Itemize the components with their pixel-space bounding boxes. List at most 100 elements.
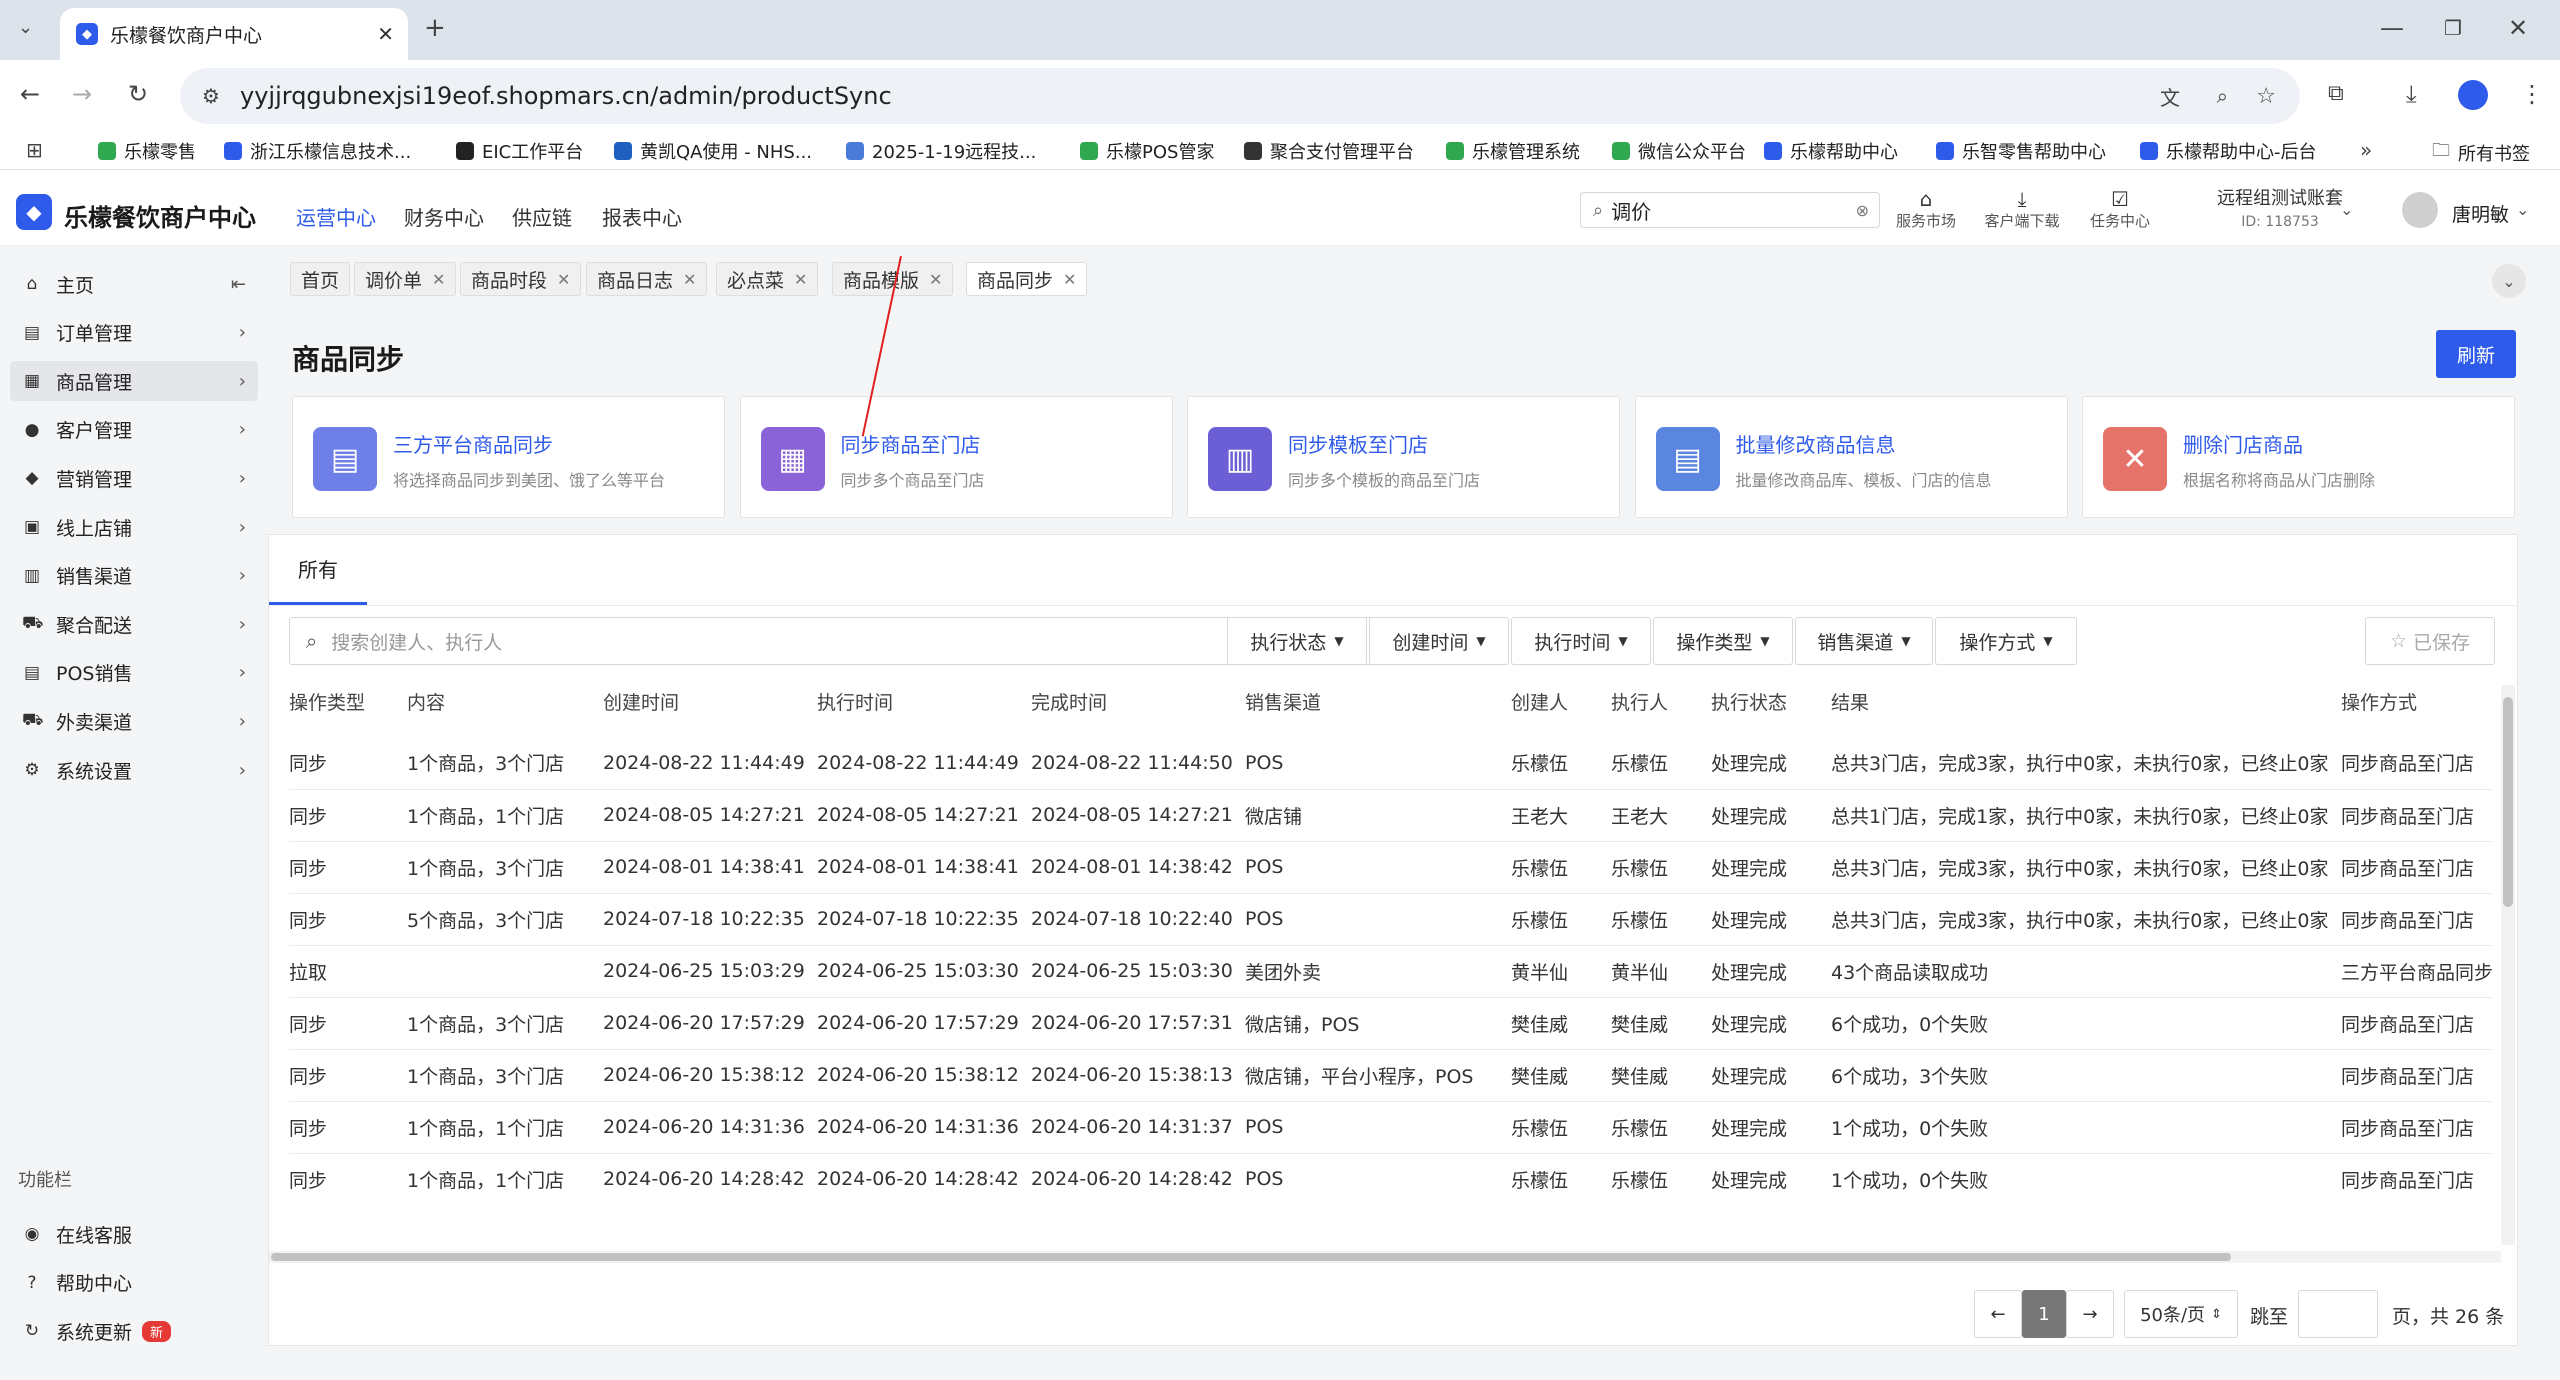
sidebar-item[interactable]: ● 客户管理 › [10,410,258,450]
profile-avatar-icon[interactable] [2458,80,2488,110]
table-row[interactable]: 同步 1个商品，1个门店 2024-06-20 14:28:42 2024-06-20… [289,1153,2494,1195]
topnav-item[interactable]: 供应链 [512,202,572,231]
bookmark-item[interactable]: 2025-1-19远程技... [846,138,1036,164]
table-row[interactable]: 同步 1个商品，3个门店 2024-06-20 17:57:29 2024-06-20… [289,997,2494,1050]
table-row[interactable]: 同步 1个商品，1个门店 2024-08-05 14:27:21 2024-08-05… [289,789,2494,842]
page-tab[interactable]: 商品日志 ✕ [586,262,708,296]
prev-page-button[interactable]: ← [1974,1290,2022,1338]
forward-icon[interactable]: → [72,82,92,106]
table-row[interactable]: 同步 1个商品，1个门店 2024-06-20 14:31:36 2024-06-20… [289,1101,2494,1154]
sidebar-item[interactable]: ▤ POS销售 › [10,653,258,693]
header-shortcut[interactable]: ⤓ 客户端下载 [1982,188,2062,231]
page-tab[interactable]: 商品时段 ✕ [460,262,582,296]
filter-dropdown[interactable]: 操作类型 ▼ [1653,617,1793,665]
close-window-icon[interactable]: ✕ [2508,16,2528,40]
bookmark-item[interactable]: 乐智零售帮助中心 [1936,138,2106,164]
page-tab[interactable]: 首页 [290,262,351,296]
sidebar-item[interactable]: ⌂ 主页 ⇤ [10,264,258,304]
bookmark-item[interactable]: 乐檬POS管家 [1080,138,1214,164]
saved-filter-button[interactable]: ☆ 已保存 [2365,617,2495,665]
bookmark-item[interactable]: 聚合支付管理平台 [1244,138,1414,164]
clear-search-icon[interactable]: ⊗ [1856,201,1869,220]
horizontal-scrollbar[interactable] [269,1251,2501,1263]
download-icon[interactable]: ⤓ [2406,82,2417,106]
sidebar-item[interactable]: ⛟ 聚合配送 › [10,604,258,644]
topnav-item[interactable]: 运营中心 [296,202,376,231]
header-shortcut[interactable]: ☑ 任务中心 [2080,188,2160,231]
new-tab-icon[interactable]: + [424,15,446,41]
user-chevron-down-icon[interactable]: ⌄ [2516,200,2529,219]
sidebar-item[interactable]: ▤ 订单管理 › [10,313,258,353]
function-item[interactable]: ◉ 在线客服 [10,1214,258,1254]
extensions-icon[interactable]: ⧉ [2328,82,2344,106]
filter-dropdown[interactable]: 创建时间 ▼ [1369,617,1509,665]
collapse-sidebar-icon[interactable]: ⇤ [231,274,246,295]
action-card[interactable]: ▦ 同步商品至门店 同步多个商品至门店 [739,396,1173,518]
table-row[interactable]: 同步 1个商品，3个门店 2024-08-22 11:44:49 2024-08-22… [289,737,2494,790]
topnav-item[interactable]: 报表中心 [602,202,682,231]
bookmark-item[interactable]: 乐檬零售 [98,138,196,164]
horizontal-scroll-thumb[interactable] [271,1253,2231,1261]
action-card[interactable]: ▤ 批量修改商品信息 批量修改商品库、模板、门店的信息 [1634,396,2068,518]
bookmark-item[interactable]: 乐檬帮助中心 [1764,138,1898,164]
close-tab-icon[interactable]: ✕ [1063,270,1076,289]
table-row[interactable]: 拉取 2024-06-25 15:03:29 2024-06-25 15:03:30… [289,945,2494,998]
filter-dropdown[interactable]: 执行状态 ▼ [1227,617,1367,665]
reload-icon[interactable]: ↻ [128,82,148,106]
current-page-button[interactable]: 1 [2022,1290,2066,1338]
page-tab[interactable]: 调价单 ✕ [354,262,457,296]
sidebar-item[interactable]: ⛟ 外卖渠道 › [10,701,258,741]
vertical-scrollbar[interactable] [2501,685,2515,1245]
site-info-icon[interactable]: ⚙ [202,84,220,108]
page-tab[interactable]: 商品同步 ✕ [966,262,1088,296]
maximize-icon[interactable]: ❐ [2444,16,2462,40]
close-tab-icon[interactable]: ✕ [377,22,394,46]
user-name[interactable]: 唐明敏 [2452,200,2509,227]
url-field[interactable]: ⚙ yyjjrqgubnexjsi19eof.shopmars.cn/admin… [180,68,2300,124]
translate-icon[interactable]: 文 [2160,82,2180,111]
sidebar-item[interactable]: ▥ 销售渠道 › [10,556,258,596]
bookmark-item[interactable]: 微信公众平台 [1612,138,1746,164]
bookmark-item[interactable]: 乐檬管理系统 [1446,138,1580,164]
page-tab[interactable]: 必点菜 ✕ [716,262,819,296]
function-item[interactable]: ↻ 系统更新新 [10,1311,258,1351]
more-bookmarks-icon[interactable]: » [2360,138,2372,162]
bookmark-item[interactable]: 浙江乐檬信息技术... [224,138,411,164]
bookmark-item[interactable]: 黄凯QA使用 - NHS... [614,138,812,164]
minimize-icon[interactable]: — [2380,16,2404,40]
sidebar-item[interactable]: ◆ 营销管理 › [10,458,258,498]
close-tab-icon[interactable]: ✕ [432,270,445,289]
action-card[interactable]: ▤ 三方平台商品同步 将选择商品同步到美团、饿了么等平台 [292,396,725,518]
action-card[interactable]: ▥ 同步模板至门店 同步多个模板的商品至门店 [1187,396,1620,518]
vertical-scroll-thumb[interactable] [2503,697,2513,907]
filter-dropdown[interactable]: 执行时间 ▼ [1511,617,1651,665]
tab-all[interactable]: 所有 [269,535,367,605]
next-page-button[interactable]: → [2066,1290,2114,1338]
filter-dropdown[interactable]: 操作方式 ▼ [1935,617,2077,665]
close-tab-icon[interactable]: ✕ [929,270,942,289]
bookmark-item[interactable]: EIC工作平台 [456,138,583,164]
page-size-select[interactable]: 50条/页 ⇕ [2124,1290,2238,1338]
filter-dropdown[interactable]: 销售渠道 ▼ [1795,617,1933,665]
function-item[interactable]: ? 帮助中心 [10,1263,258,1303]
account-switcher[interactable]: 远程组测试账套 ID: 118753 [2200,184,2360,230]
sidebar-item[interactable]: ⚙ 系统设置 › [10,750,258,790]
all-bookmarks-folder[interactable]: 🗀 所有书签 [2432,138,2530,168]
table-row[interactable]: 同步 1个商品，3个门店 2024-06-20 15:38:12 2024-06-20… [289,1049,2494,1102]
close-tab-icon[interactable]: ✕ [683,270,696,289]
topnav-item[interactable]: 财务中心 [404,202,484,231]
browser-tab[interactable]: ◆ 乐檬餐饮商户中心 ✕ [60,8,408,60]
back-icon[interactable]: ← [20,82,40,106]
bookmark-item[interactable]: 乐檬帮助中心-后台 [2140,138,2317,164]
sidebar-item[interactable]: ▣ 线上店铺 › [10,507,258,547]
sidebar-item[interactable]: ▦ 商品管理 › [10,361,258,402]
header-search-input[interactable]: ⌕ 调价 ⊗ [1580,192,1880,228]
apps-grid-icon[interactable]: ⊞ [26,138,43,162]
zoom-icon[interactable]: ⌕ [2217,84,2228,108]
refresh-button[interactable]: 刷新 [2436,330,2516,378]
bookmark-star-icon[interactable]: ☆ [2256,84,2276,109]
tabs-dropdown-icon[interactable]: ⌄ [2492,264,2526,298]
account-chevron-down-icon[interactable]: ⌄ [2340,200,2353,219]
jump-page-input[interactable] [2298,1290,2378,1338]
action-card[interactable]: ✕ 删除门店商品 根据名称将商品从门店删除 [2082,396,2515,518]
